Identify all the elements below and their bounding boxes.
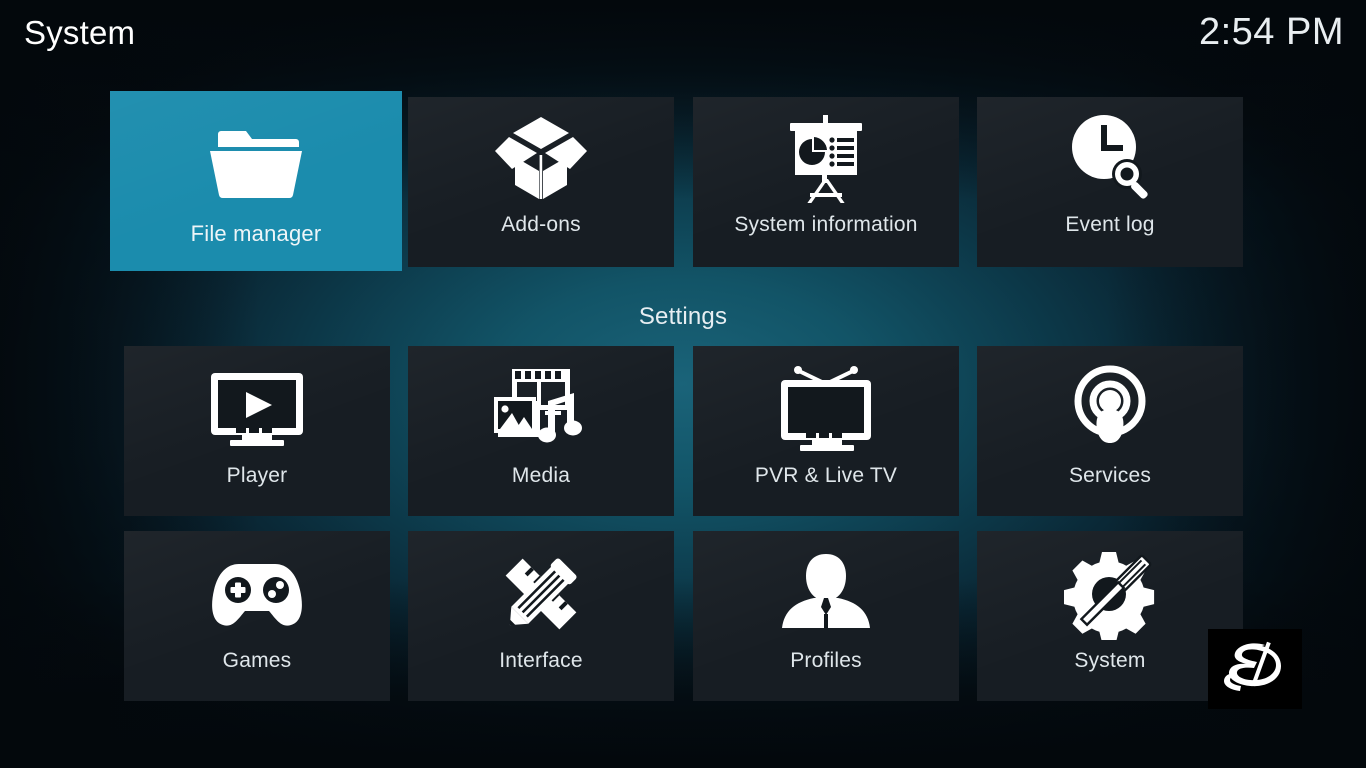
pencil-ruler-icon (495, 539, 587, 649)
broadcast-person-icon (1066, 354, 1154, 464)
clock-label: 2:54 PM (1198, 11, 1344, 53)
tile-label-services: Services (1068, 464, 1152, 487)
tile-file-manager[interactable]: File manager (110, 91, 402, 271)
tile-label-media: Media (511, 464, 571, 487)
open-box-icon (491, 103, 591, 211)
gamepad-icon (207, 539, 307, 649)
tile-label-profiles: Profiles (790, 649, 862, 672)
folder-icon (204, 103, 308, 215)
tile-pvr-live-tv[interactable]: PVR & Live TV (693, 346, 959, 516)
film-photo-music-icon (490, 354, 592, 464)
tv-antenna-icon (775, 354, 877, 464)
tile-event-log[interactable]: Event log (977, 97, 1243, 267)
tile-label-games: Games (222, 649, 292, 672)
kodi-system-screen: System 2:54 PM File manager Add-ons Syst… (0, 0, 1366, 768)
tile-label-system-information: System information (734, 213, 918, 236)
tile-label-pvr-live-tv: PVR & Live TV (754, 464, 898, 487)
tile-label-player: Player (226, 464, 288, 487)
tile-media[interactable]: Media (408, 346, 674, 516)
tile-add-ons[interactable]: Add-ons (408, 97, 674, 267)
tile-services[interactable]: Services (977, 346, 1243, 516)
settings-section-label: Settings (638, 303, 728, 330)
tile-profiles[interactable]: Profiles (693, 531, 959, 701)
person-bust-icon (780, 539, 872, 649)
tile-interface[interactable]: Interface (408, 531, 674, 701)
clock-search-icon (1064, 103, 1156, 211)
header-bar: System 2:54 PM (0, 0, 1366, 72)
presentation-board-icon (780, 103, 872, 211)
page-title: System (24, 14, 136, 51)
monitor-play-icon (206, 354, 308, 464)
gear-screwdriver-icon (1064, 539, 1156, 649)
tile-label-add-ons: Add-ons (501, 213, 581, 236)
tile-system-information[interactable]: System information (693, 97, 959, 267)
tile-system[interactable]: System (977, 531, 1243, 701)
tile-label-event-log: Event log (1065, 213, 1155, 236)
tile-player[interactable]: Player (124, 346, 390, 516)
tile-label-system: System (1074, 649, 1146, 672)
sd-monogram-logo (1208, 629, 1302, 709)
tile-games[interactable]: Games (124, 531, 390, 701)
tile-label-interface: Interface (499, 649, 583, 672)
tile-label-file-manager: File manager (190, 221, 322, 246)
